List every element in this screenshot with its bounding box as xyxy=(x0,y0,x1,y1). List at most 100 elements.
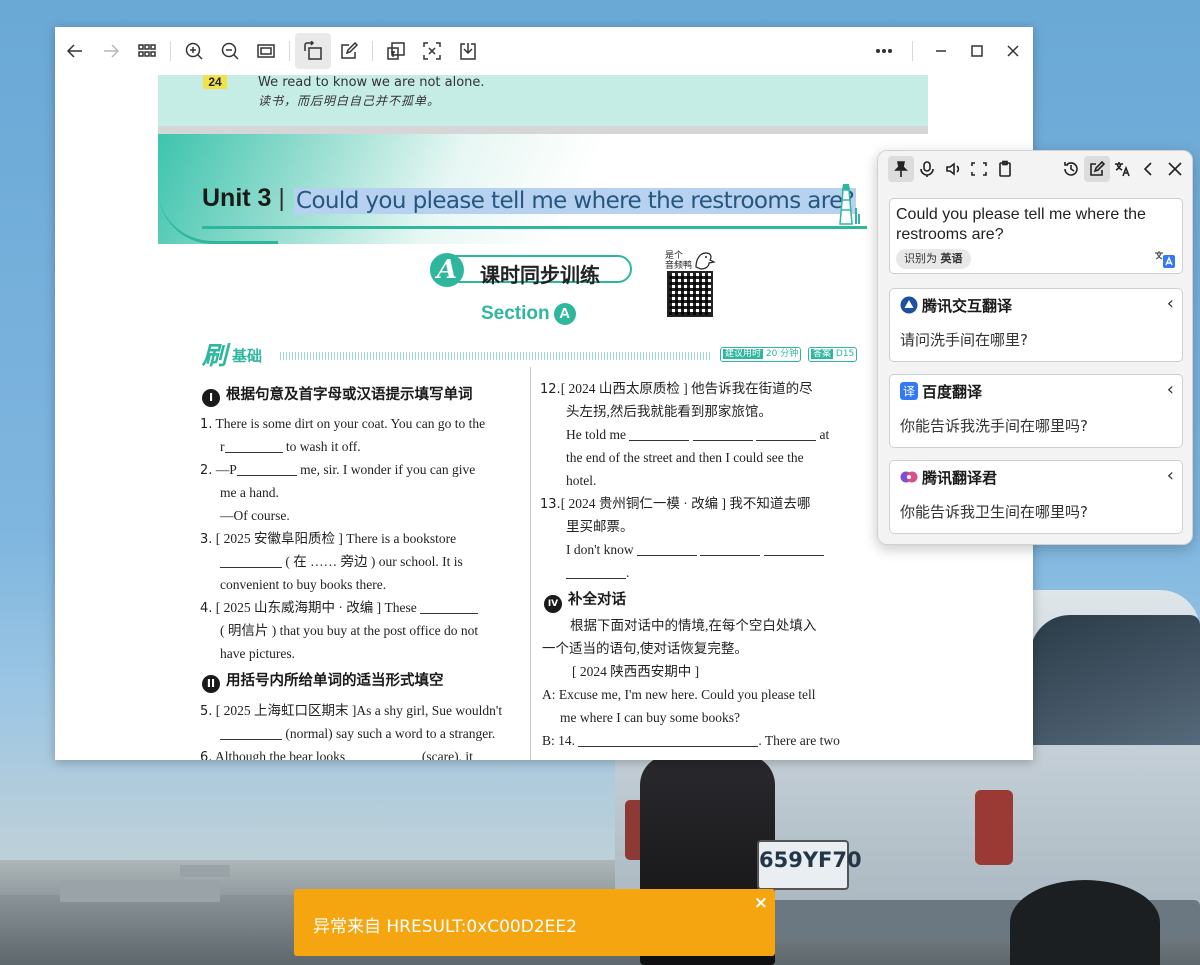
iv-dialog-a1: A: Excuse me, I'm new here. Could you pl… xyxy=(542,687,816,702)
iv-intro-1: 根据下面对话中的情境,在每个空白处填入 xyxy=(570,618,817,633)
question-number: 4. xyxy=(200,601,213,616)
question-text: (normal) say such a word to a stranger. xyxy=(282,726,496,741)
section-heading-basics: 刷 基础 建议用时 20 分钟 答案 D15 xyxy=(202,338,862,370)
q12-line-2: 头左拐,然后我就能看到那家旅馆。 xyxy=(566,404,772,419)
translation-popup: Could you please tell me where the restr… xyxy=(877,150,1193,545)
q5-line-2: (normal) say such a word to a stranger. xyxy=(220,725,495,742)
exercise-heading-2: II 用括号内所给单词的适当形式填空 xyxy=(202,672,444,693)
microphone-icon[interactable] xyxy=(914,156,940,182)
chevron-left-icon[interactable]: ‹ xyxy=(1167,379,1174,400)
q13-line-4: . xyxy=(566,564,629,581)
close-icon[interactable] xyxy=(1162,156,1188,182)
translate-icon[interactable] xyxy=(1110,156,1136,182)
question-text: [ 2024 山西太原质检 ] 他告诉我在街道的尽 xyxy=(560,381,813,396)
answer-blank[interactable] xyxy=(349,750,419,760)
section-text: Section xyxy=(481,303,550,324)
speaker-icon[interactable] xyxy=(940,156,966,182)
translation-result[interactable]: 你能告诉我卫生间在哪里吗? xyxy=(900,501,1088,522)
source-text-box[interactable]: Could you please tell me where the restr… xyxy=(889,198,1183,274)
close-icon[interactable]: × xyxy=(754,893,768,913)
minimize-icon[interactable] xyxy=(923,33,959,69)
question-number: 1. xyxy=(200,417,213,432)
back-arrow-icon[interactable] xyxy=(57,33,93,69)
rotate-icon[interactable] xyxy=(295,33,331,69)
shua-subtitle: 基础 xyxy=(232,347,263,365)
column-divider xyxy=(530,367,531,760)
viewer-toolbar xyxy=(55,27,1033,75)
answer-blank[interactable] xyxy=(637,543,698,556)
iv-dialog-b1: B: 14. . There are two xyxy=(542,732,840,749)
q3-line-1: 3. [ 2025 安徽阜阳质检 ] There is a bookstore xyxy=(200,530,456,548)
q13-line-3: I don't know xyxy=(566,541,824,558)
chevron-left-icon[interactable] xyxy=(1136,156,1162,182)
translate-doc-icon[interactable] xyxy=(378,33,414,69)
more-icon[interactable] xyxy=(866,33,902,69)
answer-blank[interactable] xyxy=(763,543,824,556)
screenshot-icon[interactable] xyxy=(966,156,992,182)
ocr-icon[interactable] xyxy=(414,33,450,69)
question-text: There is some dirt on your coat. You can… xyxy=(215,416,486,431)
close-icon[interactable] xyxy=(995,33,1031,69)
answer-blank[interactable] xyxy=(700,543,761,556)
download-icon[interactable] xyxy=(450,33,486,69)
chevron-left-icon[interactable]: ‹ xyxy=(1167,465,1174,486)
question-number: B: 14. xyxy=(542,733,576,748)
roman-numeral: I xyxy=(202,389,220,407)
history-icon[interactable] xyxy=(1058,156,1084,182)
edit-icon[interactable] xyxy=(1084,156,1110,182)
answer-blank[interactable] xyxy=(756,428,817,441)
translation-result[interactable]: 请问洗手间在哪里? xyxy=(900,329,1028,350)
question-number: 2. xyxy=(200,463,213,478)
answer-blank[interactable] xyxy=(224,440,283,453)
desktop-car-window xyxy=(1030,615,1200,745)
clipboard-icon[interactable] xyxy=(992,156,1018,182)
toolbar-divider xyxy=(912,41,913,61)
suggested-time-pill: 建议用时 20 分钟 xyxy=(720,347,802,362)
edit-icon[interactable] xyxy=(331,33,367,69)
fit-page-icon[interactable] xyxy=(248,33,284,69)
answer-pill: 答案 D15 xyxy=(808,347,858,362)
maximize-icon[interactable] xyxy=(959,33,995,69)
question-text: me, sir. I wonder if you can give xyxy=(296,462,476,477)
unit-question-selected[interactable]: Could you please tell me where the restr… xyxy=(294,188,857,214)
q13-line-1: 13.[ 2024 贵州铜仁一模 · 改编 ] 我不知道去哪 xyxy=(540,495,810,513)
qr-caption: 是个 音频鸭 xyxy=(665,250,693,270)
previous-page: 24 We read to know we are not alone. 读书，… xyxy=(158,75,928,130)
heading-text: 根据句意及首字母或汉语提示填写单词 xyxy=(226,387,473,403)
answer-blank[interactable] xyxy=(692,428,753,441)
unit-label: Unit 3 xyxy=(202,184,272,212)
detected-language-badge: 识别为 英语 xyxy=(896,249,971,269)
qr-code[interactable] xyxy=(667,271,713,317)
q5-line-1: 5. [ 2025 上海虹口区期末 ]As a shy girl, Sue wo… xyxy=(200,702,502,720)
answer-blank[interactable] xyxy=(420,601,479,614)
answer-blank[interactable] xyxy=(220,555,282,568)
prev-page-quote-en: We read to know we are not alone. xyxy=(258,75,485,90)
translation-result[interactable]: 你能告诉我洗手间在哪里吗? xyxy=(900,415,1088,436)
question-number: 3. xyxy=(200,532,213,547)
zoom-out-icon[interactable] xyxy=(212,33,248,69)
answer-blank[interactable] xyxy=(578,734,759,747)
exercise-heading-4: IV 补全对话 xyxy=(544,591,626,613)
pin-icon[interactable] xyxy=(888,156,914,182)
translate-language-icon[interactable] xyxy=(1154,249,1176,269)
source-text[interactable]: Could you please tell me where the restr… xyxy=(896,205,1172,245)
q4-line-2: ( 明信片 ) that you buy at the post office … xyxy=(220,623,479,638)
forward-arrow-icon[interactable] xyxy=(93,33,129,69)
q13-line-2: 里买邮票。 xyxy=(566,519,634,534)
answer-blank[interactable] xyxy=(236,463,297,476)
duck-mascot-icon xyxy=(695,252,716,270)
answer-blank[interactable] xyxy=(566,566,626,579)
question-text: ( 在 …… 旁边 ) our school. It is xyxy=(282,554,463,569)
blank-initial: —P xyxy=(215,462,237,477)
answer-blank[interactable] xyxy=(220,727,282,740)
zoom-in-icon[interactable] xyxy=(176,33,212,69)
question-text: I don't know xyxy=(566,542,634,557)
grid-view-icon[interactable] xyxy=(129,33,165,69)
question-number: 5. xyxy=(200,704,213,719)
chevron-left-icon[interactable]: ‹ xyxy=(1167,293,1174,314)
question-text: He told me xyxy=(566,427,626,442)
q2-line-1: 2. —P me, sir. I wonder if you can give xyxy=(200,461,475,479)
answer-blank[interactable] xyxy=(629,428,690,441)
unit-divider: | xyxy=(278,184,285,212)
exercise-heading-1: I 根据句意及首字母或汉语提示填写单词 xyxy=(202,386,473,407)
